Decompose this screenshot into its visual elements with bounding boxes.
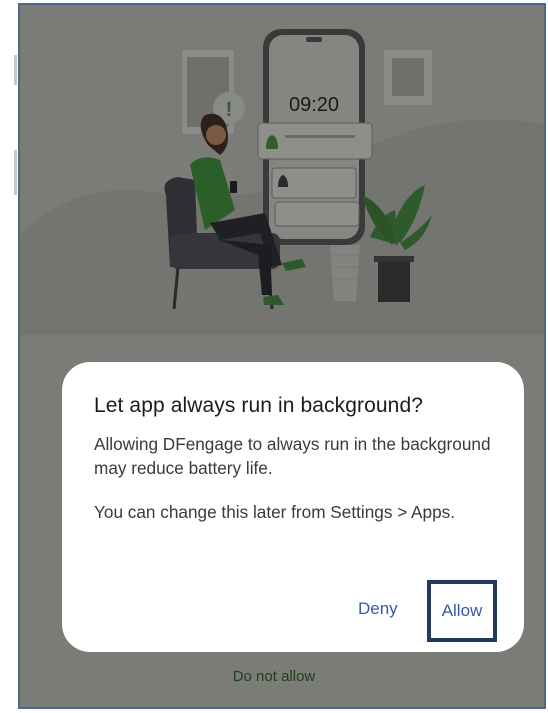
alert-icon: !	[226, 99, 233, 121]
onboarding-illustration: 09:20 !	[20, 29, 544, 335]
dialog-body: Allowing DFengage to always run in the b…	[94, 432, 504, 544]
app-screen: 09:20 ! Let app always run in background…	[18, 3, 546, 709]
edge-tick	[14, 55, 17, 85]
dialog-body-text: You can change this later from Settings …	[94, 502, 456, 522]
dialog-body-text: Allowing DFengage to always run in the b…	[94, 434, 491, 478]
person-face	[206, 125, 226, 145]
allow-highlight-box: Allow	[427, 580, 497, 642]
do-not-allow-button[interactable]: Do not allow	[0, 668, 548, 685]
allow-button[interactable]: Allow	[442, 601, 483, 621]
edge-tick	[14, 150, 17, 195]
dialog-title: Let app always run in background?	[94, 394, 424, 417]
notification-card	[274, 201, 360, 227]
permission-dialog: Let app always run in background? Allowi…	[62, 362, 524, 652]
left-edge-strip	[0, 0, 18, 713]
deny-button[interactable]: Deny	[358, 599, 398, 619]
person-phone	[230, 181, 237, 193]
phone-clock: 09:20	[289, 94, 339, 116]
plant-pot	[378, 260, 410, 302]
vase	[330, 245, 360, 301]
